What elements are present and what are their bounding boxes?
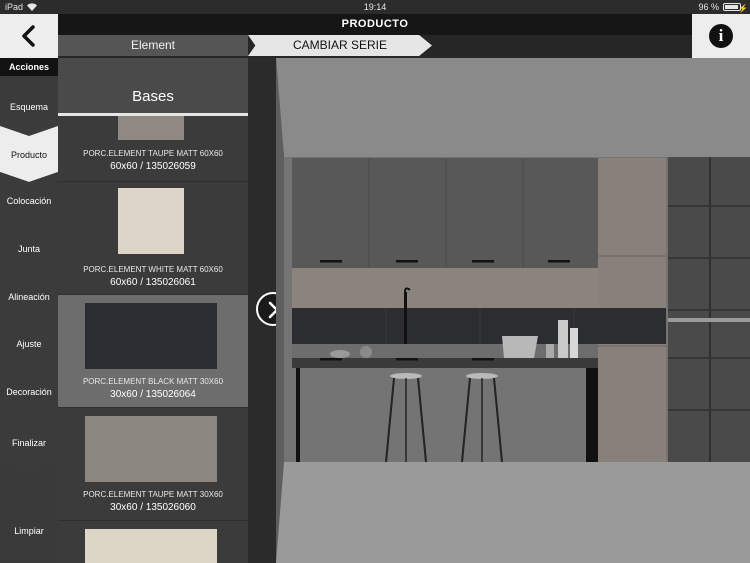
status-time: 19:14 [363, 2, 387, 12]
product-item[interactable]: PORC.ELEMENT WHITE MATT 60X60 60x60 / 13… [58, 182, 248, 295]
product-item[interactable]: PORC.ELEMENT TAUPE MATT 30X60 30x60 / 13… [58, 408, 248, 521]
sidebar-item-label: Alineación [8, 292, 50, 302]
page-title: PRODUCTO [341, 18, 409, 30]
product-name: PORC.ELEMENT TAUPE MATT 60X60 [83, 149, 223, 158]
product-swatch [118, 188, 184, 254]
product-item-selected[interactable]: PORC.ELEMENT BLACK MATT 30X60 30x60 / 13… [58, 295, 248, 408]
product-code: 30x60 / 135026064 [110, 389, 196, 400]
battery-percent: 96 % [698, 2, 719, 12]
back-button[interactable] [0, 14, 58, 58]
breadcrumb: Element CAMBIAR SERIE [58, 35, 692, 58]
sidebar-item-label: Finalizar [11, 438, 46, 448]
sidebar-item-label: Producto [10, 150, 48, 160]
product-swatch [85, 416, 217, 482]
header-bar: PRODUCTO [58, 14, 692, 35]
product-swatch [85, 303, 217, 369]
sidebar-item-label: Junta [17, 244, 41, 254]
info-icon: i [709, 24, 733, 48]
product-swatch [85, 529, 217, 563]
sidebar-item-label: Colocación [6, 196, 52, 206]
sidebar-heading: Acciones [0, 58, 58, 76]
sidebar-item-finalizar[interactable]: Finalizar [0, 412, 58, 470]
product-name: PORC.ELEMENT TAUPE MATT 30X60 [83, 490, 223, 499]
breadcrumb-series[interactable]: Element [58, 35, 248, 56]
product-code: 60x60 / 135026059 [110, 161, 196, 172]
change-series-button[interactable]: CAMBIAR SERIE [248, 35, 432, 56]
status-bar: iPad 19:14 96 % ⚡ [0, 0, 750, 14]
sidebar-item-label: Limpiar [14, 526, 44, 536]
chevron-left-icon [22, 25, 35, 47]
sidebar-item-label: Decoración [6, 387, 52, 397]
product-item[interactable]: PORC.ELEMENT TAUPE MATT 60X60 60x60 / 13… [58, 116, 248, 182]
product-swatch [118, 116, 184, 140]
product-name: PORC.ELEMENT WHITE MATT 60X60 [83, 265, 223, 274]
sidebar-item-label: Ajuste [16, 339, 42, 349]
kitchen-render [276, 58, 750, 563]
product-item[interactable] [58, 521, 248, 563]
sidebar-item-label: Esquema [9, 102, 49, 112]
product-code: 30x60 / 135026060 [110, 502, 196, 513]
clear-button[interactable]: Limpiar [0, 498, 58, 558]
product-code: 60x60 / 135026061 [110, 277, 196, 288]
app-window: iPad 19:14 96 % ⚡ PRODUCTO i Element CAM… [0, 0, 750, 563]
kitchen-preview[interactable] [276, 58, 750, 563]
actions-sidebar: Acciones Esquema Producto Colocación Jun… [0, 58, 58, 563]
product-name: PORC.ELEMENT BLACK MATT 30X60 [82, 377, 224, 386]
panel-title-underline [58, 113, 248, 116]
panel-title: Bases [58, 58, 248, 113]
info-button[interactable]: i [692, 14, 750, 58]
product-list-panel: PORC.ELEMENT TAUPE MATT 60X60 60x60 / 13… [58, 58, 248, 563]
